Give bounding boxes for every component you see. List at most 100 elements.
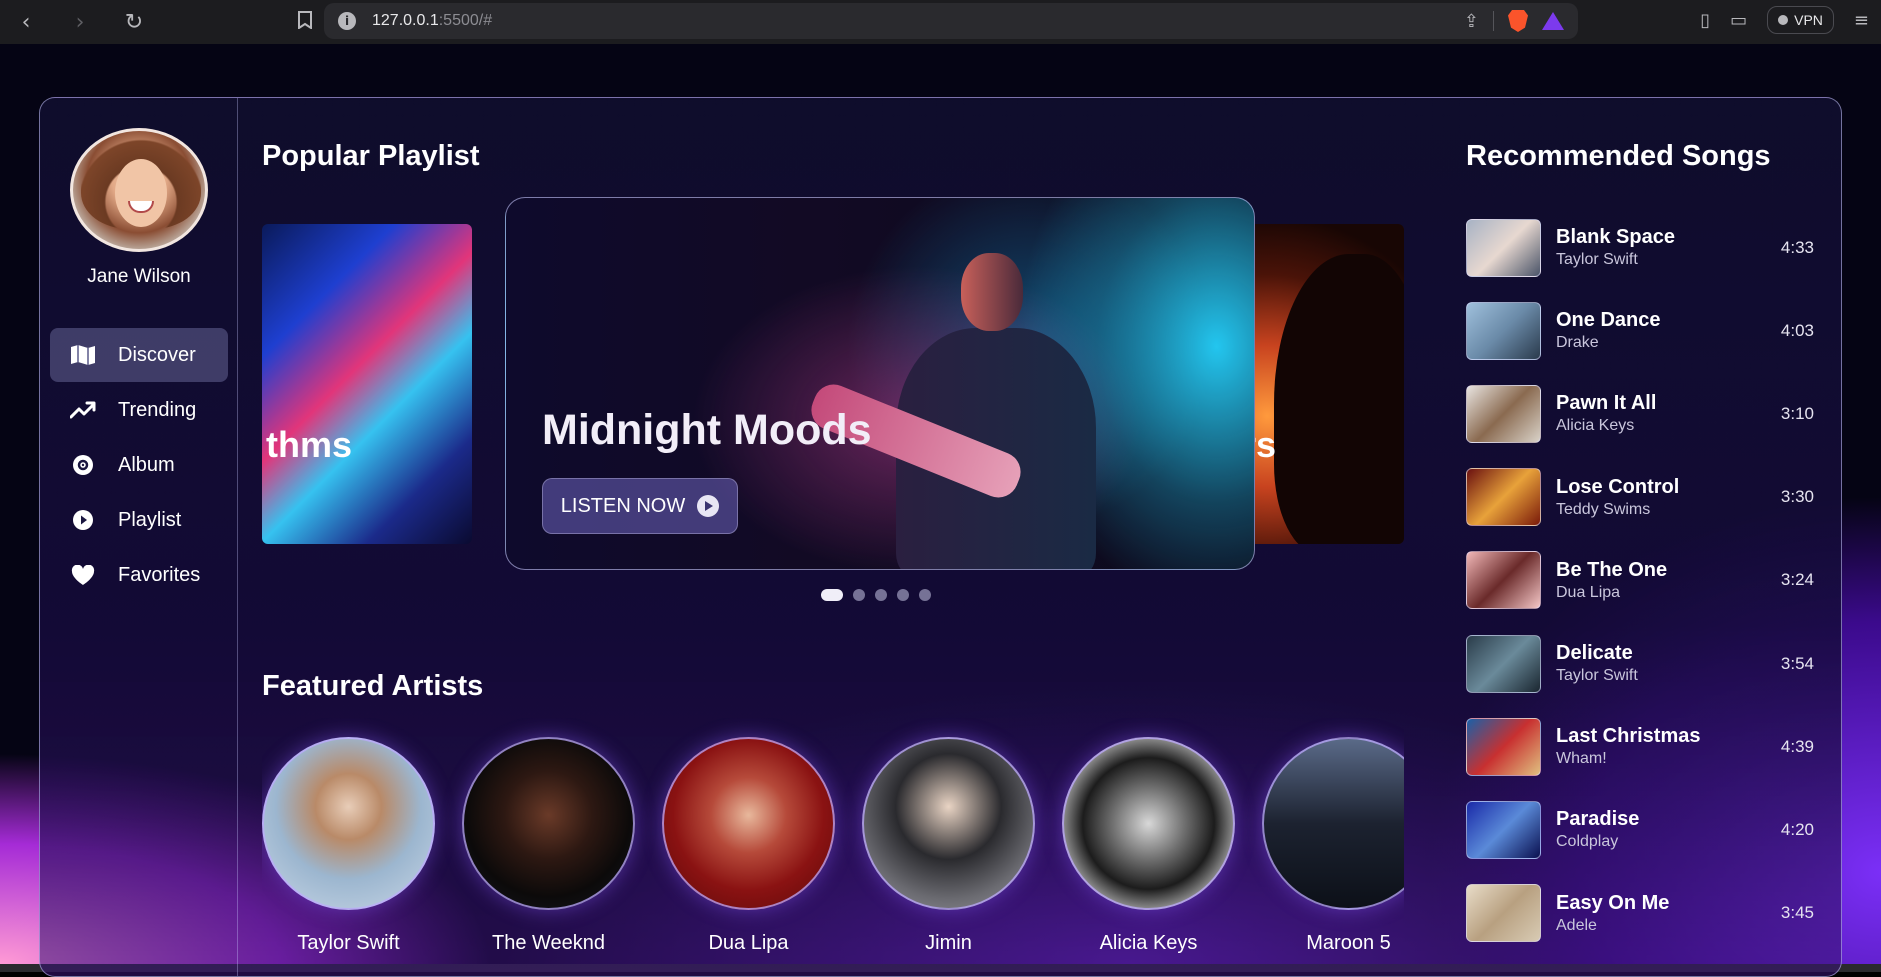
card-image-head <box>961 253 1023 331</box>
song-row[interactable]: Last Christmas Wham! 4:39 <box>1466 705 1816 788</box>
sidebar-item-label: Album <box>118 453 175 476</box>
song-duration: 4:20 <box>1780 819 1814 839</box>
song-row[interactable]: Lose Control Teddy Swims 3:30 <box>1466 456 1816 539</box>
artist-photo[interactable] <box>662 737 835 910</box>
song-artist: Teddy Swims <box>1556 500 1651 518</box>
song-artist: Taylor Swift <box>1556 667 1638 685</box>
artist-card[interactable]: Jimin <box>862 737 1035 955</box>
brave-shield-icon[interactable] <box>1508 10 1528 32</box>
carousel-dot[interactable] <box>875 589 887 601</box>
artist-photo[interactable] <box>262 737 435 910</box>
song-artist: Dua Lipa <box>1556 583 1621 601</box>
trending-icon <box>68 401 98 419</box>
artist-photo[interactable] <box>462 737 635 910</box>
url-text[interactable]: 127.0.0.1:5500/# <box>372 12 492 30</box>
recommended-panel: Recommended Songs Blank Space Taylor Swif… <box>1442 98 1841 976</box>
vpn-button[interactable]: VPN <box>1767 6 1834 34</box>
divider <box>1493 11 1494 31</box>
sidebar-item-label: Favorites <box>118 563 201 586</box>
song-title: Paradise <box>1556 808 1640 831</box>
carousel-dot[interactable] <box>919 589 931 601</box>
username: Jane Wilson <box>87 266 191 287</box>
sidebar-item-label: Playlist <box>118 508 182 531</box>
song-row[interactable]: One Dance Drake 4:03 <box>1466 289 1816 372</box>
playlist-card-prev[interactable]: thms <box>262 224 472 544</box>
song-row[interactable]: Delicate Taylor Swift 3:54 <box>1466 622 1816 705</box>
song-thumbnail <box>1466 634 1541 693</box>
forward-icon[interactable]: › <box>66 10 94 35</box>
artist-photo[interactable] <box>1062 737 1235 910</box>
artist-name: Dua Lipa <box>708 932 789 954</box>
wallet-icon[interactable]: ▭ <box>1730 10 1747 31</box>
carousel-dot[interactable] <box>897 589 909 601</box>
song-thumbnail <box>1466 384 1541 443</box>
map-icon <box>68 344 98 366</box>
carousel-dot[interactable] <box>821 589 843 601</box>
popular-playlist-title: Popular Playlist <box>262 140 480 172</box>
url-path: :5500/# <box>438 12 493 29</box>
song-thumbnail <box>1466 717 1541 776</box>
playlist-card-active[interactable]: Midnight Moods LISTEN NOW <box>505 197 1255 570</box>
artist-photo[interactable] <box>1262 737 1404 910</box>
song-artist: Coldplay <box>1556 833 1619 851</box>
browser-toolbar: ‹ › ↻ i 127.0.0.1:5500/# ⇪ ▯ ▭ VPN ≡ <box>0 0 1881 44</box>
url-host: 127.0.0.1 <box>372 12 439 29</box>
song-title: One Dance <box>1556 309 1661 332</box>
playlist-card-prev-title: thms <box>266 424 353 465</box>
sidebar-item-label: Discover <box>118 343 196 366</box>
song-thumbnail <box>1466 301 1541 360</box>
artist-card[interactable]: The Weeknd <box>462 737 635 955</box>
sidebar-item-favorites[interactable]: Favorites <box>50 548 228 602</box>
song-artist: Adele <box>1556 916 1597 934</box>
song-duration: 4:39 <box>1780 736 1814 756</box>
artist-name: Maroon 5 <box>1306 932 1391 954</box>
artist-name: Jimin <box>925 932 972 954</box>
artist-card[interactable]: Alicia Keys <box>1062 737 1235 955</box>
song-row[interactable]: Blank Space Taylor Swift 4:33 <box>1466 206 1816 289</box>
site-info-icon[interactable]: i <box>338 12 356 30</box>
artist-name: The Weeknd <box>491 932 606 954</box>
song-duration: 4:03 <box>1780 320 1814 340</box>
disc-icon <box>68 454 98 476</box>
artist-card[interactable]: Maroon 5 <box>1262 737 1404 955</box>
song-duration: 3:24 <box>1780 570 1814 590</box>
artist-card[interactable]: Dua Lipa <box>662 737 835 955</box>
song-duration: 3:30 <box>1780 487 1814 507</box>
sidebar-item-trending[interactable]: Trending <box>50 383 228 437</box>
reload-icon[interactable]: ↻ <box>120 10 148 35</box>
artist-photo[interactable] <box>862 737 1035 910</box>
song-row[interactable]: Be The One Dua Lipa 3:24 <box>1466 539 1816 622</box>
song-title: Easy On Me <box>1556 891 1670 914</box>
sidebar-toggle-icon[interactable]: ▯ <box>1700 10 1710 31</box>
avatar-face <box>115 159 167 227</box>
song-title: Be The One <box>1556 558 1668 581</box>
main-content: Popular Playlist thms arters Midnight Mo… <box>238 98 1442 976</box>
carousel-dot[interactable] <box>853 589 865 601</box>
sidebar-item-album[interactable]: Album <box>50 438 228 492</box>
sidebar-item-playlist[interactable]: Playlist <box>50 493 228 547</box>
back-icon[interactable]: ‹ <box>12 10 40 35</box>
share-icon[interactable]: ⇪ <box>1464 11 1479 32</box>
address-bar[interactable]: i 127.0.0.1:5500/# ⇪ <box>324 3 1578 39</box>
bookmark-icon[interactable] <box>298 10 312 34</box>
song-row[interactable]: Pawn It All Alicia Keys 3:10 <box>1466 372 1816 455</box>
music-app: Jane Wilson Discover Trending Album Play… <box>39 97 1842 977</box>
artist-card[interactable]: Taylor Swift <box>262 737 435 955</box>
song-list: Blank Space Taylor Swift 4:33 One Dance Dr… <box>1466 206 1816 955</box>
song-row[interactable]: Easy On Me Adele 3:45 <box>1466 872 1816 955</box>
song-row[interactable]: Paradise Coldplay 4:20 <box>1466 788 1816 871</box>
artist-name: Taylor Swift <box>297 932 400 954</box>
artists-row: Taylor Swift The Weeknd Dua Lipa Jimin A… <box>262 718 1404 976</box>
song-title: Blank Space <box>1556 226 1675 249</box>
song-title: Pawn It All <box>1556 392 1657 415</box>
song-title: Delicate <box>1556 642 1633 665</box>
avatar[interactable] <box>70 128 208 252</box>
menu-icon[interactable]: ≡ <box>1854 10 1869 31</box>
sidebar-item-discover[interactable]: Discover <box>50 328 228 382</box>
song-title: Lose Control <box>1556 475 1680 498</box>
brave-rewards-icon[interactable] <box>1542 12 1564 30</box>
play-icon <box>697 495 720 517</box>
song-thumbnail <box>1466 884 1541 943</box>
listen-now-button[interactable]: LISTEN NOW <box>542 478 738 534</box>
featured-artists-title: Featured Artists <box>262 670 484 702</box>
